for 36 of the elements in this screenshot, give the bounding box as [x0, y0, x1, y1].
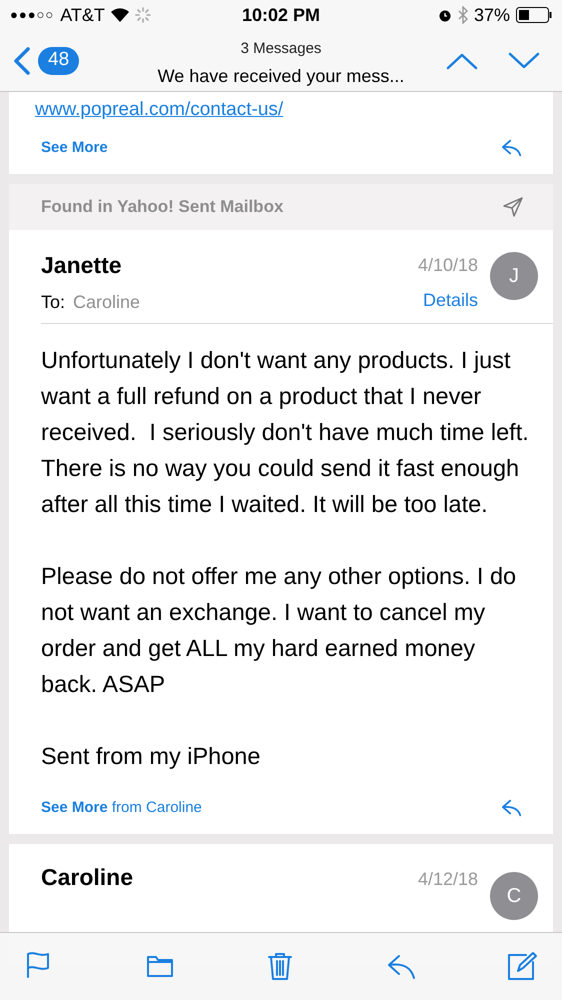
message-paragraph: Sent from my iPhone	[41, 742, 262, 771]
message-date: 4/10/18	[418, 254, 478, 277]
wifi-icon	[110, 8, 129, 22]
recipient-label: To:	[41, 290, 66, 314]
next-message-button[interactable]	[508, 52, 540, 70]
battery-percentage: 37%	[474, 4, 510, 26]
details-link[interactable]: Details	[422, 287, 478, 314]
clock-time: 10:02 PM	[242, 4, 320, 26]
message-paragraph: Unfortunately I don't want any products. I just want a full refund on a product that I never received. I seriously don't have much time left. There is no way you could send it fast enough after all this time I waited. It will be too late.	[41, 346, 530, 519]
alarm-clock-icon	[438, 8, 452, 22]
previous-message-button[interactable]	[446, 52, 478, 70]
carrier-name: AT&T	[60, 4, 105, 26]
message-date: 4/12/18	[418, 868, 478, 891]
bluetooth-icon	[458, 6, 468, 24]
sender-name: Caroline	[41, 863, 134, 892]
contact-link[interactable]: www.popreal.com/contact-us/	[9, 92, 553, 122]
mailbox-label: Found in Yahoo! Sent Mailbox	[41, 196, 284, 218]
sender-name: Janette	[41, 251, 123, 280]
avatar: C	[490, 872, 538, 920]
message-count: 3 Messages	[240, 39, 322, 59]
spinner-icon	[134, 7, 151, 23]
recipient-name: Caroline	[73, 290, 140, 314]
down-chevron-icon	[508, 52, 540, 70]
thread-title: We have received your mess...	[158, 64, 404, 88]
see-more-link[interactable]: See More	[41, 136, 108, 160]
message-paragraph: Please do not offer me any other options. I do not want an exchange. I want to cancel my order and get ALL my hard earned money back. ASAP	[41, 562, 518, 699]
avatar: J	[490, 252, 538, 300]
paper-plane-icon	[503, 197, 523, 217]
see-more-link[interactable]: See More from Caroline	[41, 796, 202, 820]
up-chevron-icon	[446, 52, 478, 70]
back-chevron-icon	[12, 46, 32, 74]
unread-count-badge: 48	[38, 46, 80, 74]
signal-strength: ●●●○○	[10, 6, 54, 24]
battery-icon	[516, 7, 552, 23]
compose-icon	[506, 950, 538, 982]
back-button[interactable]: 48	[12, 46, 80, 74]
